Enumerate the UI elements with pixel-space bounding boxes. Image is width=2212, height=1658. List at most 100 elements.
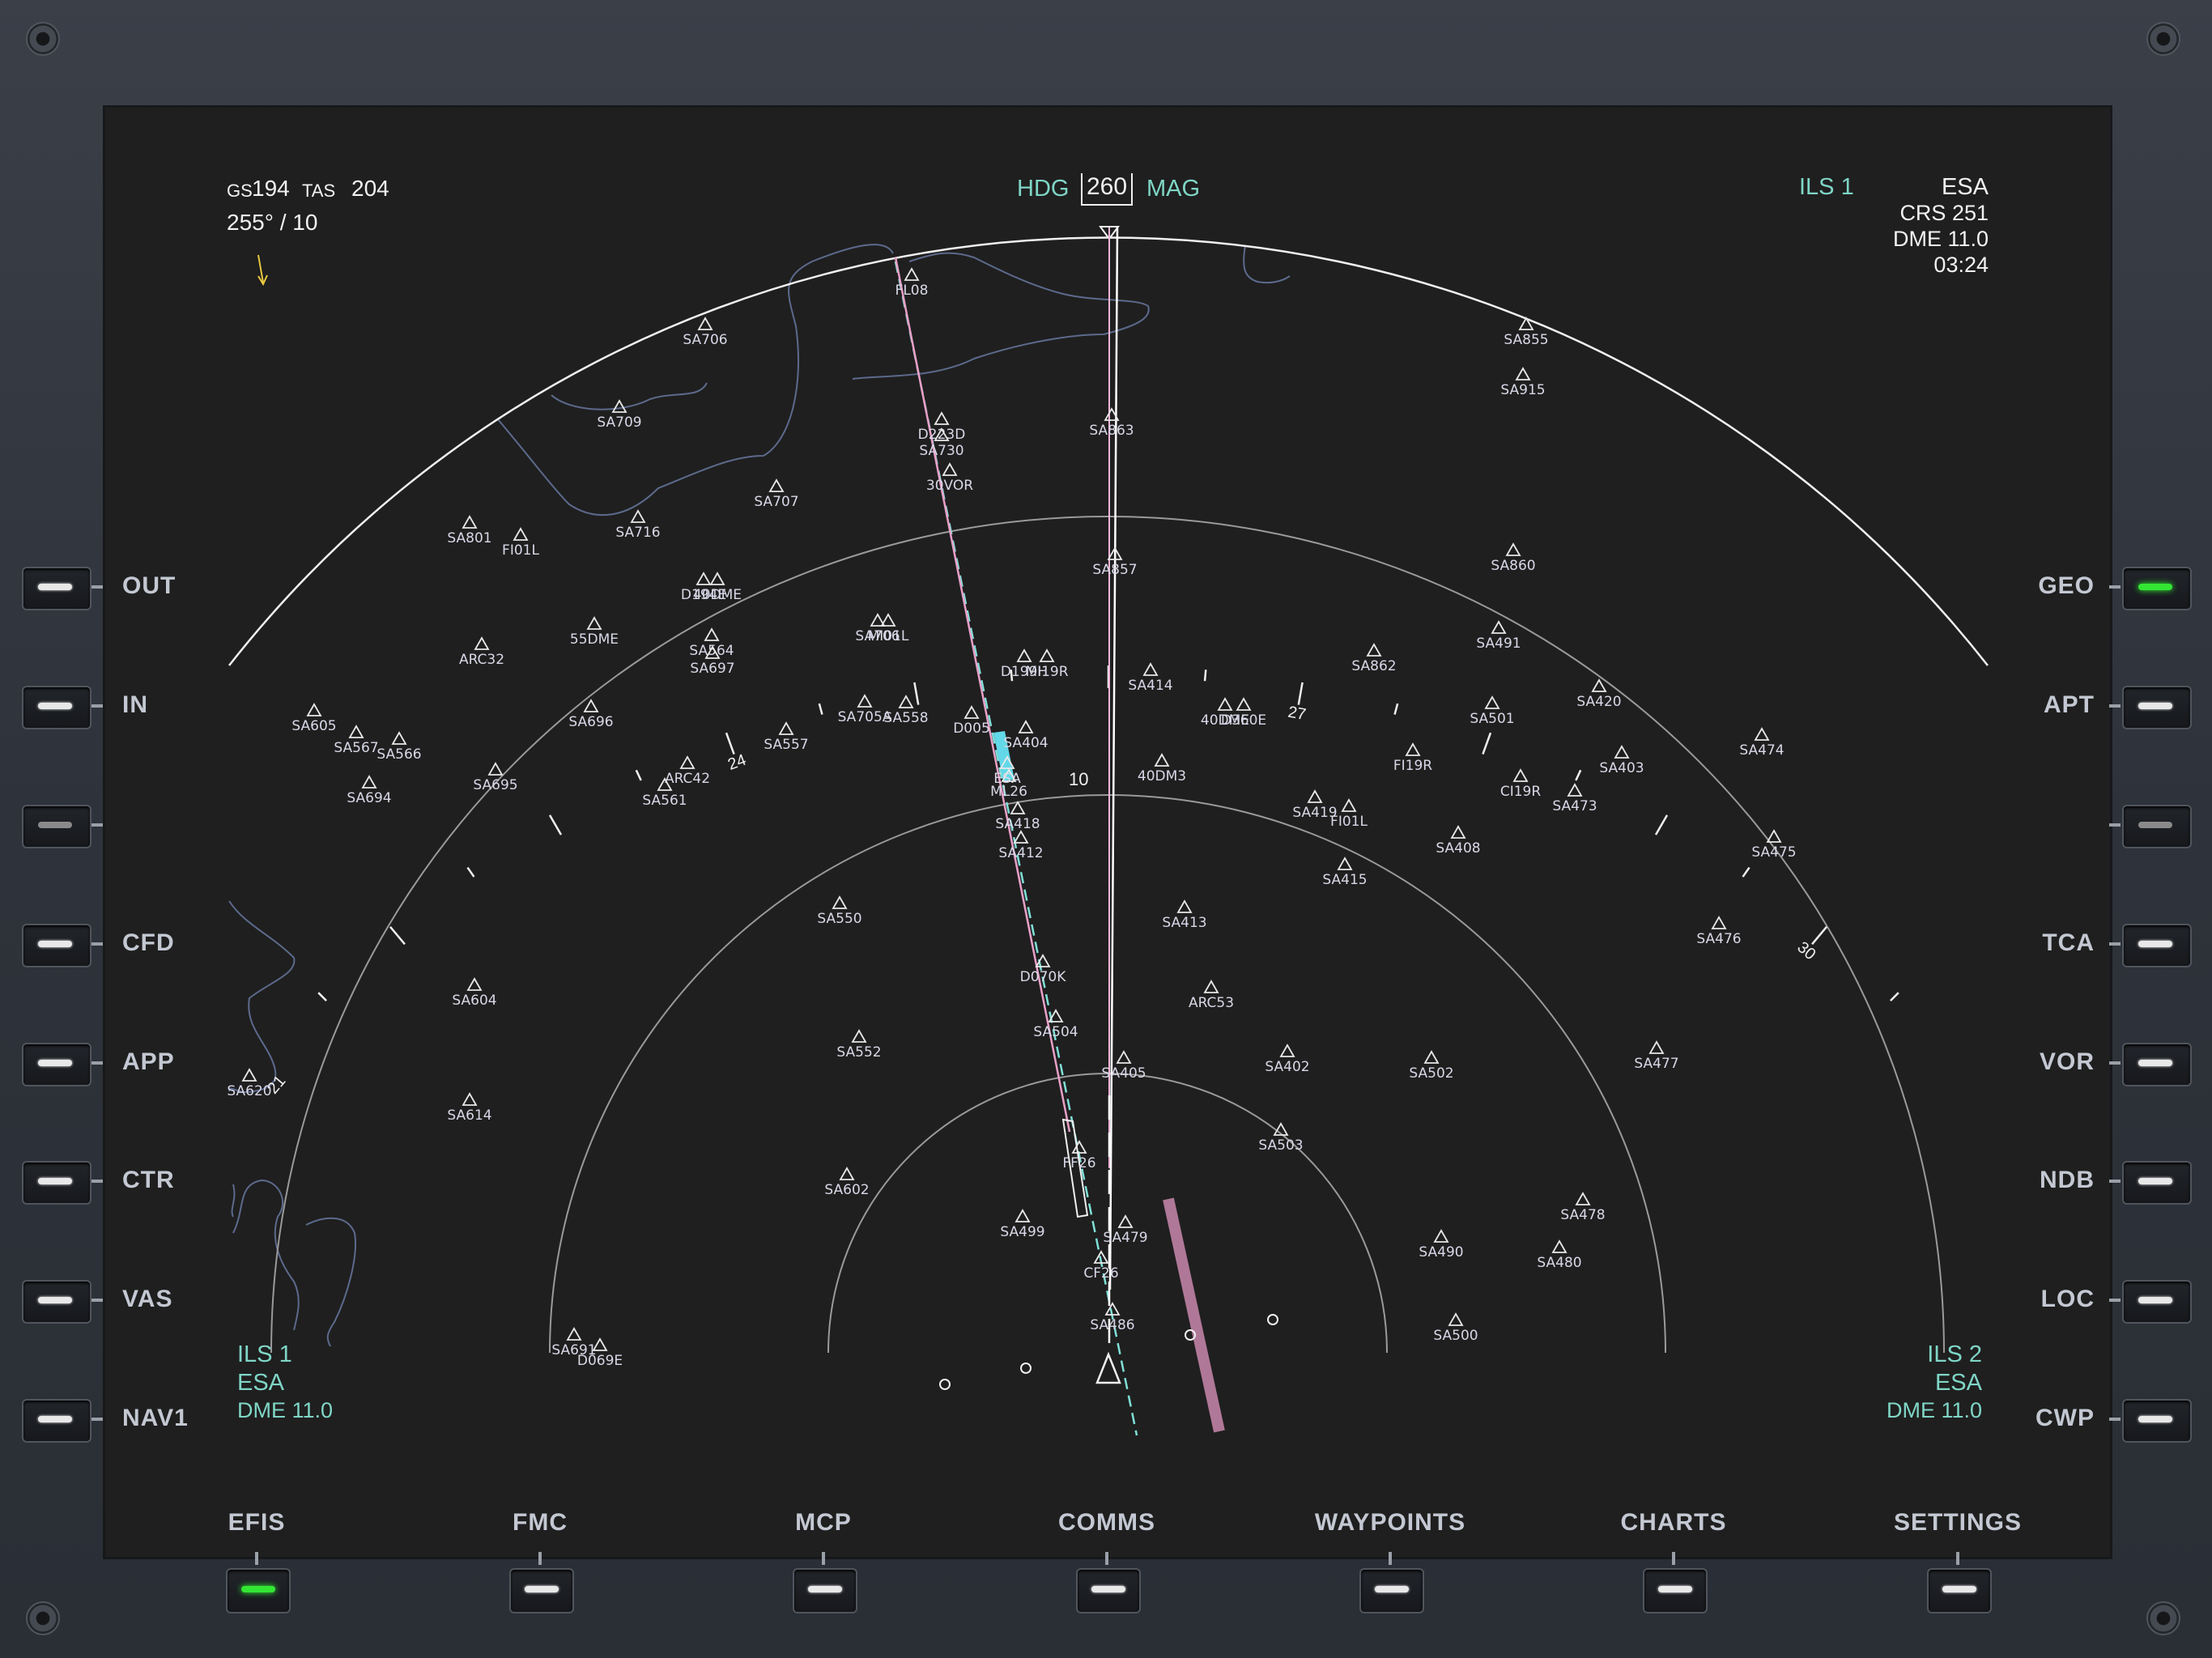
- tab-button-waypoints[interactable]: [1359, 1568, 1424, 1613]
- waypoint[interactable]: CF26: [1083, 1250, 1119, 1282]
- waypoint[interactable]: SA558: [883, 695, 929, 726]
- waypoint[interactable]: 40DM3: [1138, 753, 1186, 784]
- waypoint[interactable]: ARC42: [665, 755, 710, 787]
- waypoint[interactable]: 55DME: [570, 616, 619, 648]
- waypoint[interactable]: SA420: [1576, 678, 1622, 710]
- waypoint[interactable]: SA478: [1560, 1192, 1606, 1223]
- side-button-blank[interactable]: [2122, 805, 2192, 848]
- compass-tick: [635, 769, 642, 781]
- waypoint[interactable]: SA694: [347, 775, 392, 806]
- side-button-in[interactable]: [22, 686, 91, 729]
- waypoint[interactable]: SA862: [1351, 643, 1397, 674]
- waypoint[interactable]: SA412: [998, 830, 1044, 861]
- waypoint[interactable]: SA403: [1599, 745, 1644, 776]
- side-button-vas[interactable]: [22, 1280, 91, 1324]
- waypoint[interactable]: SA477: [1634, 1040, 1679, 1072]
- side-button-loc[interactable]: [2122, 1280, 2192, 1324]
- waypoint[interactable]: D005: [953, 705, 990, 737]
- waypoint[interactable]: SA504: [1033, 1009, 1078, 1040]
- tab-button-mcp[interactable]: [793, 1568, 857, 1613]
- side-button-cwp[interactable]: [2122, 1399, 2192, 1443]
- waypoint[interactable]: SA614: [447, 1092, 492, 1124]
- waypoint[interactable]: SA476: [1696, 916, 1742, 947]
- waypoint[interactable]: SA695: [473, 762, 518, 793]
- waypoint-triangle-icon: [1236, 697, 1252, 711]
- tab-settings[interactable]: SETTINGS: [1853, 1509, 2063, 1537]
- waypoint[interactable]: SA566: [376, 731, 422, 763]
- side-button-tca[interactable]: [2122, 924, 2192, 967]
- waypoint[interactable]: FL08: [895, 267, 929, 299]
- waypoint[interactable]: SA408: [1436, 825, 1481, 857]
- tab-button-fmc[interactable]: [509, 1568, 574, 1613]
- tab-button-efis[interactable]: [226, 1568, 291, 1613]
- waypoint[interactable]: SA486: [1090, 1302, 1135, 1333]
- tab-efis[interactable]: EFIS: [151, 1509, 362, 1537]
- waypoint[interactable]: ARC32: [459, 636, 504, 668]
- side-button-vor[interactable]: [2122, 1043, 2192, 1086]
- waypoint[interactable]: SA475: [1751, 829, 1797, 861]
- tab-comms[interactable]: COMMS: [1002, 1509, 1212, 1537]
- nav-map[interactable]: 21242730 FL08SA706SA709SA707D223DSA73030…: [105, 108, 2110, 1557]
- waypoint[interactable]: SA404: [1003, 720, 1049, 751]
- tab-fmc[interactable]: FMC: [435, 1509, 645, 1537]
- waypoint[interactable]: SA564: [689, 627, 734, 659]
- waypoint[interactable]: SA415: [1322, 857, 1368, 888]
- tab-button-charts[interactable]: [1643, 1568, 1708, 1613]
- waypoint[interactable]: SA502: [1409, 1050, 1454, 1082]
- waypoint[interactable]: SA915: [1500, 367, 1546, 398]
- waypoint[interactable]: SA491: [1476, 620, 1521, 652]
- waypoint[interactable]: SA620: [227, 1068, 272, 1099]
- side-button-app[interactable]: [22, 1043, 91, 1086]
- waypoint[interactable]: SA801: [447, 515, 492, 546]
- waypoint[interactable]: FI01L: [502, 527, 539, 559]
- waypoint[interactable]: SA860: [1491, 542, 1536, 574]
- waypoint[interactable]: SA855: [1504, 317, 1549, 348]
- waypoint[interactable]: SA707: [754, 478, 799, 510]
- waypoint[interactable]: SA716: [615, 509, 661, 541]
- waypoint[interactable]: SA602: [824, 1167, 870, 1198]
- side-button-blank[interactable]: [22, 805, 91, 848]
- waypoint[interactable]: SA490: [1419, 1229, 1464, 1261]
- waypoint[interactable]: SA706: [683, 317, 728, 348]
- waypoint[interactable]: SA696: [568, 699, 614, 730]
- tab-charts[interactable]: CHARTS: [1568, 1509, 1779, 1537]
- side-button-apt[interactable]: [2122, 686, 2192, 729]
- tab-waypoints[interactable]: WAYPOINTS: [1285, 1509, 1495, 1537]
- waypoint[interactable]: MI19R: [1025, 648, 1069, 680]
- waypoint[interactable]: FI19R: [1393, 742, 1432, 774]
- waypoint[interactable]: 30VOR: [926, 462, 973, 494]
- waypoint[interactable]: SA552: [836, 1029, 882, 1061]
- waypoint[interactable]: SA413: [1162, 899, 1207, 931]
- side-button-geo[interactable]: [2122, 567, 2192, 610]
- tab-mcp[interactable]: MCP: [718, 1509, 929, 1537]
- waypoint[interactable]: SA474: [1739, 727, 1784, 759]
- waypoint[interactable]: SA550: [817, 895, 862, 927]
- tab-button-settings[interactable]: [1927, 1568, 1992, 1613]
- waypoint[interactable]: SA503: [1258, 1122, 1304, 1154]
- waypoint[interactable]: SA567: [334, 725, 379, 756]
- waypoint[interactable]: MI01L: [868, 613, 909, 644]
- waypoint[interactable]: SA414: [1128, 662, 1173, 694]
- waypoint[interactable]: ARC53: [1189, 980, 1234, 1011]
- waypoint-label: SA480: [1537, 1255, 1581, 1271]
- side-button-nav1[interactable]: [22, 1399, 91, 1443]
- waypoint[interactable]: SA405: [1101, 1050, 1146, 1082]
- waypoint[interactable]: SA605: [291, 703, 337, 734]
- waypoint[interactable]: SA473: [1552, 783, 1597, 814]
- waypoint[interactable]: SA557: [764, 721, 809, 753]
- waypoint[interactable]: SA402: [1265, 1044, 1310, 1075]
- waypoint[interactable]: SA418: [995, 801, 1040, 832]
- waypoint[interactable]: SA480: [1537, 1239, 1582, 1271]
- waypoint[interactable]: SA863: [1089, 407, 1134, 439]
- waypoint[interactable]: SA604: [452, 977, 497, 1009]
- side-button-cfd[interactable]: [22, 924, 91, 967]
- side-button-out[interactable]: [22, 567, 91, 610]
- waypoint[interactable]: SA499: [1000, 1209, 1045, 1240]
- waypoint[interactable]: CI19R: [1500, 768, 1542, 800]
- waypoint[interactable]: SA500: [1433, 1312, 1478, 1344]
- waypoint[interactable]: SA501: [1470, 695, 1515, 727]
- tab-button-comms[interactable]: [1076, 1568, 1141, 1613]
- side-button-ctr[interactable]: [22, 1161, 91, 1205]
- side-button-ndb[interactable]: [2122, 1161, 2192, 1205]
- waypoint[interactable]: D070K: [1020, 954, 1067, 985]
